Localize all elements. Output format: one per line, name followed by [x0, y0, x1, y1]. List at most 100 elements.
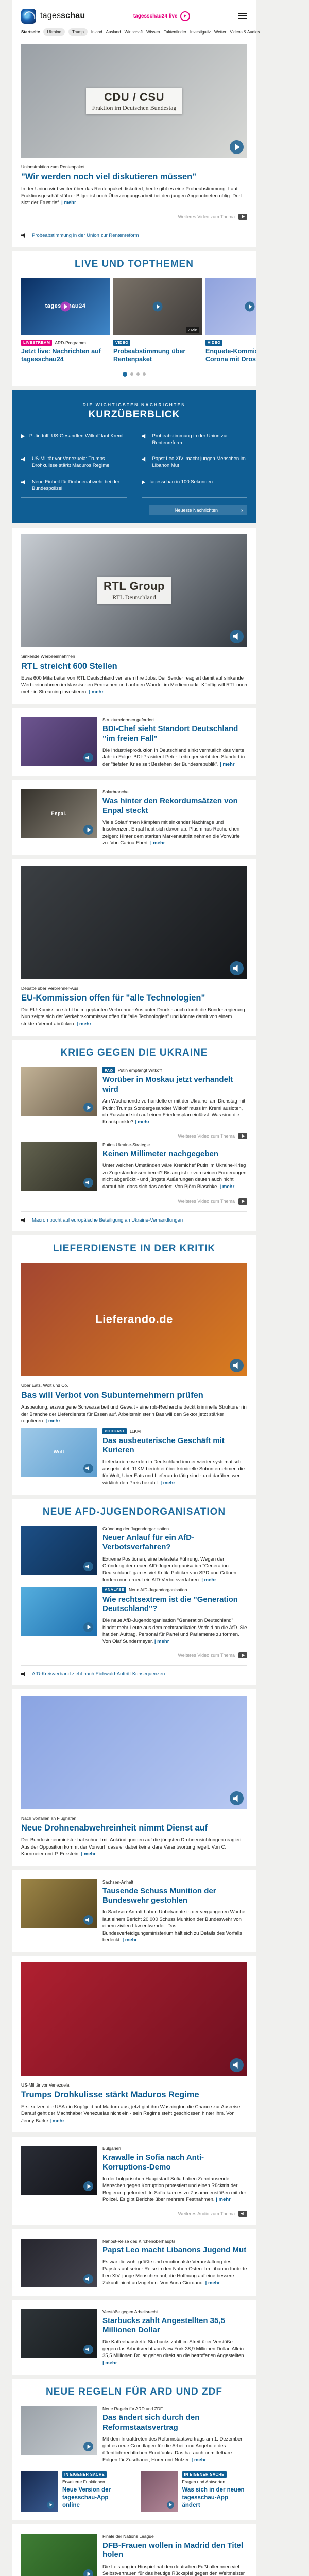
quick-link[interactable]: tagesschau in 100 Sekunden	[142, 474, 248, 498]
story-image-large[interactable]: RTL GroupRTL Deutschland	[21, 534, 247, 647]
story-thumbnail[interactable]	[21, 2239, 97, 2287]
story-headline[interactable]: Starbucks zahlt Angestellten 35,5 Millio…	[102, 2316, 247, 2335]
audio-link[interactable]: Macron pocht auf europäische Beteiligung…	[21, 1211, 247, 1223]
nav-item-ukraine[interactable]: Ukraine	[43, 28, 65, 36]
teaser-thumbnail[interactable]	[141, 2471, 178, 2512]
nav-item-wissen[interactable]: Wissen	[146, 30, 160, 35]
teaser-title[interactable]: Neue Version der tagesschau-App online	[62, 2486, 128, 2510]
nav-item-inland[interactable]: Inland	[91, 30, 102, 35]
story-thumbnail[interactable]	[21, 717, 97, 766]
nav-item-investigativ[interactable]: Investigativ	[190, 30, 211, 35]
teaser-item[interactable]: IN EIGENER SACHEErweiterte FunktionenNeu…	[21, 2471, 128, 2512]
story-headline[interactable]: Das ändert sich durch den Reformstaatsve…	[102, 2413, 247, 2432]
mehr-link[interactable]: | mehr	[220, 761, 235, 767]
story-image-large[interactable]: CDU / CSUFraktion im Deutschen Bundestag	[21, 44, 247, 158]
video-camera-icon[interactable]	[238, 1133, 247, 1139]
story-headline[interactable]: Tausende Schuss Munition der Bundeswehr …	[102, 1887, 247, 1906]
pagination-dot[interactable]	[130, 372, 133, 376]
story-headline[interactable]: Neuer Anlauf für ein AfD-Verbotsverfahre…	[102, 1533, 247, 1552]
teaser-title[interactable]: Was sich in der neuen tagesschau-App änd…	[182, 2486, 248, 2510]
story-thumbnail[interactable]: Enpal.	[21, 789, 97, 838]
mehr-link[interactable]: | mehr	[89, 689, 104, 695]
mehr-link[interactable]: | mehr	[81, 1851, 96, 1857]
story-headline[interactable]: Neue Drohnenabwehreinheit nimmt Dienst a…	[21, 1823, 247, 1833]
audio-link[interactable]: AfD-Kreisverband zieht nach Eichwald-Auf…	[21, 1665, 247, 1677]
mehr-link[interactable]: | mehr	[205, 2280, 220, 2286]
story-headline[interactable]: DFB-Frauen wollen in Madrid den Titel ho…	[102, 2541, 247, 2560]
more-button[interactable]: Neueste Nachrichten›	[149, 505, 247, 515]
mehr-link[interactable]: | mehr	[150, 840, 165, 846]
pagination-dot[interactable]	[123, 372, 127, 377]
story-thumbnail[interactable]	[21, 1067, 97, 1116]
teaser-thumbnail[interactable]	[21, 2471, 58, 2512]
story-headline[interactable]: "Wir werden noch viel diskutieren müssen…	[21, 172, 247, 182]
story-thumbnail[interactable]	[21, 1879, 97, 1928]
pagination-dot[interactable]	[143, 372, 146, 376]
story-thumbnail[interactable]	[21, 2534, 97, 2576]
mehr-link[interactable]: | mehr	[220, 1184, 235, 1190]
quick-link[interactable]: US-Militär vor Venezuela: Trumps Drohkul…	[21, 451, 127, 474]
mehr-link[interactable]: | mehr	[61, 200, 76, 206]
story-headline[interactable]: Bas will Verbot von Subunternehmern prüf…	[21, 1390, 247, 1400]
nav-item-faktenfinder[interactable]: Faktenfinder	[163, 30, 186, 35]
quick-link[interactable]: Neue Einheit für Drohnenabwehr bei der B…	[21, 474, 127, 498]
story-headline[interactable]: Krawalle in Sofia nach Anti-Korruptions-…	[102, 2153, 247, 2172]
mehr-link[interactable]: | mehr	[49, 2118, 64, 2124]
story-thumbnail[interactable]	[21, 1142, 97, 1191]
story-headline[interactable]: Worüber in Moskau jetzt verhandelt wird	[102, 1075, 247, 1094]
story-thumbnail[interactable]	[21, 1526, 97, 1575]
story-headline[interactable]: Trumps Drohkulisse stärkt Maduros Regime	[21, 2090, 247, 2100]
mehr-link[interactable]: | mehr	[102, 2360, 117, 2366]
carousel-item-title[interactable]: Probeabstimmung über Rentenpaket	[113, 348, 202, 364]
mehr-link[interactable]: | mehr	[154, 1639, 169, 1645]
tagesschau-logo[interactable]: tagesschau	[21, 9, 85, 24]
story-image-large[interactable]	[21, 866, 247, 979]
story-image-large[interactable]: Lieferando.de	[21, 1263, 247, 1376]
story-thumbnail[interactable]	[21, 1587, 97, 1636]
nav-item-ausland[interactable]: Ausland	[106, 30, 121, 35]
story-image-large[interactable]	[21, 1962, 247, 2076]
story-thumbnail[interactable]: Wolt	[21, 1428, 97, 1477]
story-headline[interactable]: Das ausbeuterische Geschäft mit Kurieren	[102, 1436, 247, 1455]
video-camera-icon[interactable]	[238, 1652, 247, 1658]
audio-link[interactable]: Probeabstimmung in der Union zur Rentenr…	[21, 227, 247, 239]
carousel-thumbnail[interactable]: tagesschau24	[21, 278, 110, 335]
nav-item-startseite[interactable]: Startseite	[21, 30, 40, 35]
carousel-item[interactable]: 2 MinVIDEOProbeabstimmung über Rentenpak…	[113, 278, 202, 364]
carousel-thumbnail[interactable]	[205, 278, 256, 335]
pagination-dot[interactable]	[136, 372, 140, 376]
nav-item-wirtschaft[interactable]: Wirtschaft	[125, 30, 143, 35]
nav-item-wetter[interactable]: Wetter	[214, 30, 226, 35]
mehr-link[interactable]: | mehr	[135, 1119, 150, 1125]
story-thumbnail[interactable]	[21, 2406, 97, 2455]
mehr-link[interactable]: | mehr	[160, 1480, 175, 1486]
teaser-item[interactable]: IN EIGENER SACHEFragen und AntwortenWas …	[141, 2471, 248, 2512]
carousel-item-title[interactable]: Jetzt live: Nachrichten auf tagesschau24	[21, 348, 110, 364]
video-camera-icon[interactable]	[238, 214, 247, 220]
nav-item-trump[interactable]: Trump	[68, 28, 88, 36]
carousel-thumbnail[interactable]: 2 Min	[113, 278, 202, 335]
tagesschau24-live-link[interactable]: tagesschau24 live	[133, 11, 190, 21]
mehr-link[interactable]: | mehr	[192, 2457, 207, 2463]
story-headline[interactable]: BDI-Chef sieht Standort Deutschland "im …	[102, 724, 247, 743]
nav-item-videos-audios[interactable]: Videos & Audios	[230, 30, 260, 35]
story-thumbnail[interactable]	[21, 2309, 97, 2358]
story-headline[interactable]: Wie rechtsextrem ist die "Generation Deu…	[102, 1595, 247, 1614]
video-camera-icon[interactable]	[238, 1198, 247, 1205]
carousel-item[interactable]: tagesschau24LIVESTREAMARD-ProgrammJetzt …	[21, 278, 110, 364]
story-headline[interactable]: Keinen Millimeter nachgegeben	[102, 1149, 247, 1159]
mehr-link[interactable]: | mehr	[201, 1577, 216, 1583]
story-thumbnail[interactable]	[21, 2146, 97, 2195]
quick-link[interactable]: Papst Leo XIV. macht jungen Menschen im …	[142, 451, 248, 474]
mehr-link[interactable]: | mehr	[77, 1021, 92, 1027]
story-image-large[interactable]	[21, 1696, 247, 1809]
story-headline[interactable]: EU-Kommission offen für "alle Technologi…	[21, 993, 247, 1003]
mehr-link[interactable]: | mehr	[46, 1418, 61, 1424]
menu-icon[interactable]	[238, 13, 247, 19]
mehr-link[interactable]: | mehr	[216, 2197, 231, 2202]
carousel-item-title[interactable]: Enquete-Kommission Corona mit Drosten	[205, 348, 256, 364]
story-headline[interactable]: RTL streicht 600 Stellen	[21, 661, 247, 671]
quick-link[interactable]: Probeabstimmung in der Union zur Rentenr…	[142, 429, 248, 452]
story-headline[interactable]: Was hinter den Rekordumsätzen von Enpal …	[102, 796, 247, 816]
mehr-link[interactable]: | mehr	[123, 1937, 138, 1943]
